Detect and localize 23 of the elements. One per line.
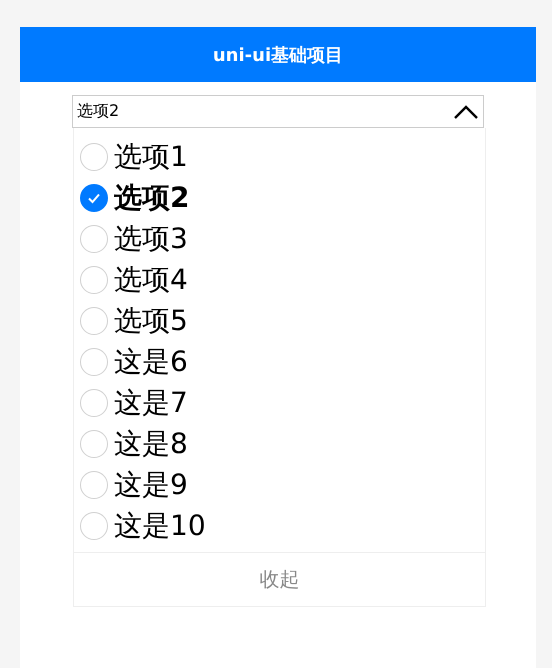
- radio-icon: [80, 430, 108, 458]
- option-item[interactable]: 选项4: [80, 259, 485, 300]
- radio-icon: [80, 388, 108, 416]
- radio-icon: [80, 142, 108, 170]
- header-title: uni-ui基础项目: [212, 44, 344, 66]
- option-item[interactable]: 这是8: [80, 423, 485, 464]
- radio-icon: [80, 224, 108, 252]
- option-item[interactable]: 这是7: [80, 382, 485, 423]
- option-item[interactable]: 这是9: [80, 464, 485, 505]
- option-item[interactable]: 选项1: [80, 136, 485, 177]
- radio-icon: [80, 306, 108, 334]
- option-item[interactable]: 选项2: [80, 177, 485, 218]
- radio-icon: [80, 184, 108, 212]
- radio-icon: [80, 266, 108, 294]
- option-item[interactable]: 选项5: [80, 300, 485, 341]
- option-item[interactable]: 选项3: [80, 218, 485, 259]
- option-item[interactable]: 这是10: [80, 505, 485, 546]
- select-field[interactable]: 选项2: [72, 95, 484, 128]
- radio-icon: [80, 512, 108, 540]
- radio-icon: [80, 348, 108, 376]
- select-value: 选项2: [77, 101, 120, 122]
- option-item[interactable]: 这是6: [80, 341, 485, 382]
- radio-icon: [80, 470, 108, 498]
